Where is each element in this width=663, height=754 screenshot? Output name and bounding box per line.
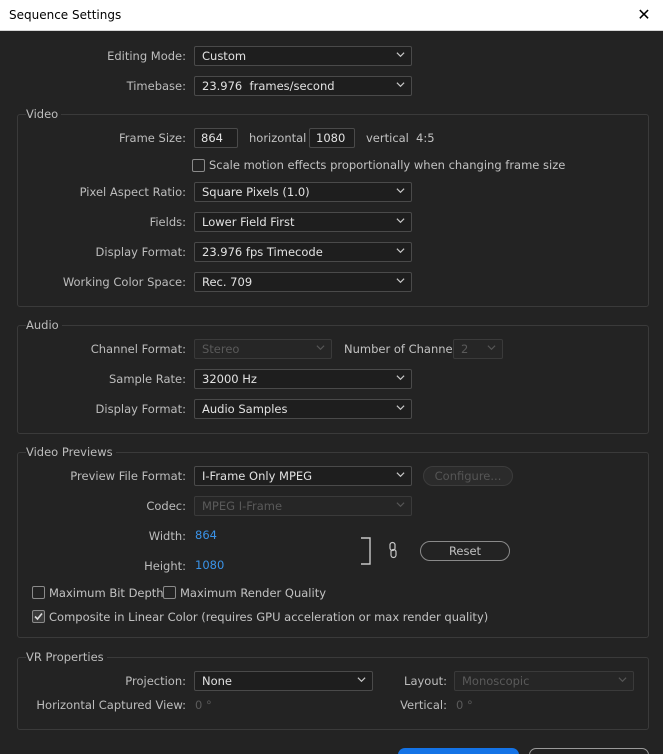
audio-display-format-label: Display Format: <box>95 402 186 416</box>
num-channels-label: Number of Channels: <box>344 342 466 356</box>
video-display-format-dropdown[interactable]: 23.976 fps Timecode <box>194 242 412 262</box>
fields-label: Fields: <box>149 215 186 229</box>
horizontal-view-value: 0 ° <box>195 698 212 712</box>
height-value[interactable]: 1080 <box>195 558 224 572</box>
editing-mode-dropdown[interactable]: Custom <box>194 46 412 66</box>
reset-button[interactable]: Reset <box>420 541 510 561</box>
audio-display-format-value: Audio Samples <box>202 402 288 416</box>
working-color-label: Working Color Space: <box>62 275 186 289</box>
configure-button[interactable]: Configure... <box>423 466 513 486</box>
checkmark-icon <box>34 612 43 621</box>
audio-display-format-dropdown[interactable]: Audio Samples <box>194 399 412 419</box>
title-bar: Sequence Settings ✕ <box>0 0 663 31</box>
working-color-value: Rec. 709 <box>202 275 253 289</box>
close-icon[interactable]: ✕ <box>633 4 655 26</box>
max-render-quality-checkbox[interactable] <box>163 586 176 599</box>
chevron-down-icon <box>396 278 405 284</box>
chevron-down-icon <box>396 405 405 411</box>
video-display-format-label: Display Format: <box>95 245 186 259</box>
channel-format-value: Stereo <box>202 342 240 356</box>
scale-motion-checkbox[interactable] <box>192 159 205 172</box>
vr-properties-group <box>17 657 649 730</box>
layout-value: Monoscopic <box>462 674 530 688</box>
timebase-value: 23.976 frames/second <box>202 79 335 93</box>
num-channels-value: 2 <box>461 342 469 356</box>
editing-mode-label: Editing Mode: <box>107 49 186 63</box>
chevron-down-icon <box>316 345 325 351</box>
cancel-button[interactable] <box>529 748 649 754</box>
timebase-dropdown[interactable]: 23.976 frames/second <box>194 76 412 96</box>
fields-value: Lower Field First <box>202 215 295 229</box>
audio-section-title: Audio <box>26 318 62 332</box>
timebase-label: Timebase: <box>126 79 186 93</box>
codec-label: Codec: <box>146 499 186 513</box>
composite-linear-checkbox[interactable] <box>32 610 45 623</box>
chevron-down-icon <box>396 52 405 58</box>
aspect-ratio-text: 4:5 <box>416 131 435 145</box>
frame-width-field[interactable]: 864 <box>194 128 238 148</box>
chevron-down-icon <box>487 345 496 351</box>
fields-dropdown[interactable]: Lower Field First <box>194 212 412 232</box>
height-label: Height: <box>144 559 186 573</box>
composite-linear-label: Composite in Linear Color (requires GPU … <box>49 610 489 624</box>
projection-value: None <box>202 674 233 688</box>
layout-dropdown[interactable]: Monoscopic <box>454 671 634 691</box>
sample-rate-value: 32000 Hz <box>202 372 257 386</box>
preview-format-value: I-Frame Only MPEG <box>202 469 313 483</box>
frame-height-field[interactable]: 1080 <box>309 128 355 148</box>
projection-dropdown[interactable]: None <box>194 671 373 691</box>
layout-label: Layout: <box>404 674 447 688</box>
vertical-label: vertical <box>366 131 409 145</box>
channel-format-dropdown[interactable]: Stereo <box>194 339 332 359</box>
width-label: Width: <box>148 529 186 543</box>
sample-rate-dropdown[interactable]: 32000 Hz <box>194 369 412 389</box>
chevron-down-icon <box>618 677 627 683</box>
window-title: Sequence Settings <box>9 8 122 22</box>
scale-motion-label: Scale motion effects proportionally when… <box>209 158 566 172</box>
chevron-down-icon <box>396 82 405 88</box>
frame-width-value: 864 <box>201 131 223 145</box>
vr-vertical-label: Vertical: <box>400 698 447 712</box>
codec-value: MPEG I-Frame <box>202 499 283 513</box>
video-previews-section-title: Video Previews <box>26 445 116 459</box>
horizontal-view-label: Horizontal Captured View: <box>36 698 186 712</box>
preview-format-label: Preview File Format: <box>70 469 186 483</box>
chevron-down-icon <box>357 677 366 683</box>
pixel-aspect-label: Pixel Aspect Ratio: <box>79 185 186 199</box>
pixel-aspect-dropdown[interactable]: Square Pixels (1.0) <box>194 182 412 202</box>
vr-vertical-value: 0 ° <box>456 698 473 712</box>
pixel-aspect-value: Square Pixels (1.0) <box>202 185 310 199</box>
chevron-down-icon <box>396 375 405 381</box>
video-section-title: Video <box>26 107 62 121</box>
link-chain-icon[interactable] <box>387 541 399 559</box>
frame-height-value: 1080 <box>316 131 346 145</box>
max-render-quality-label: Maximum Render Quality <box>180 586 327 600</box>
preview-format-dropdown[interactable]: I-Frame Only MPEG <box>194 466 412 486</box>
horizontal-label: horizontal <box>249 131 307 145</box>
editing-mode-value: Custom <box>202 49 247 63</box>
chevron-down-icon <box>396 472 405 478</box>
chevron-down-icon <box>396 218 405 224</box>
frame-size-label: Frame Size: <box>119 131 186 145</box>
max-bit-depth-checkbox[interactable] <box>32 586 45 599</box>
working-color-dropdown[interactable]: Rec. 709 <box>194 272 412 292</box>
width-value[interactable]: 864 <box>195 528 217 542</box>
bracket-icon <box>361 537 371 565</box>
max-bit-depth-label: Maximum Bit Depth <box>49 586 164 600</box>
chevron-down-icon <box>396 248 405 254</box>
num-channels-dropdown[interactable]: 2 <box>453 339 503 359</box>
video-display-format-value: 23.976 fps Timecode <box>202 245 323 259</box>
chevron-down-icon <box>396 188 405 194</box>
channel-format-label: Channel Format: <box>90 342 186 356</box>
chevron-down-icon <box>396 502 405 508</box>
projection-label: Projection: <box>125 674 186 688</box>
codec-dropdown[interactable]: MPEG I-Frame <box>194 496 412 516</box>
ok-button[interactable] <box>398 748 519 754</box>
sample-rate-label: Sample Rate: <box>108 372 186 386</box>
vr-section-title: VR Properties <box>26 650 107 664</box>
